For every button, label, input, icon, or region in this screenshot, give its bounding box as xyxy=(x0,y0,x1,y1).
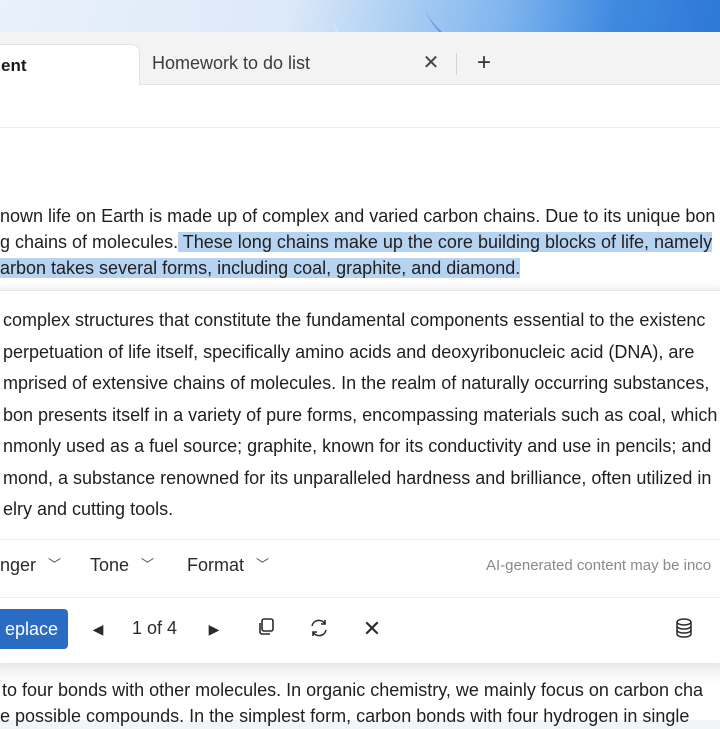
length-dropdown[interactable]: nger ﹀ xyxy=(0,554,61,576)
suggestion-line: bon presents itself in a variety of pure… xyxy=(3,404,718,425)
selected-text[interactable]: These long chains make up the core build… xyxy=(178,232,713,252)
chevron-down-icon: ﹀ xyxy=(141,557,155,572)
regenerate-icon[interactable] xyxy=(307,617,331,641)
document-line: nown life on Earth is made up of complex… xyxy=(0,206,716,226)
tab-label: ent xyxy=(1,56,27,75)
document-line: e possible compounds. In the simplest fo… xyxy=(0,706,690,726)
previous-icon[interactable]: ◀ xyxy=(88,617,108,641)
desktop-wallpaper xyxy=(0,0,720,36)
panel-divider xyxy=(0,539,720,540)
suggestion-line: perpetuation of life itself, specificall… xyxy=(3,341,695,362)
selected-text[interactable]: arbon takes several forms, including coa… xyxy=(0,258,521,278)
tab-separator xyxy=(456,53,457,75)
tab-homework-to-do-list[interactable]: Homework to do list xyxy=(152,53,310,74)
tab-active[interactable]: ent xyxy=(0,44,140,85)
new-tab-icon[interactable]: + xyxy=(472,51,496,75)
tab-strip: ent Homework to do list ✕ + xyxy=(0,32,720,85)
copy-icon[interactable] xyxy=(254,617,278,641)
tone-label: Tone xyxy=(90,555,130,575)
close-tab-icon[interactable]: ✕ xyxy=(420,52,442,74)
length-label: nger xyxy=(0,555,37,575)
suggestion-line: elry and cutting tools. xyxy=(3,499,174,519)
next-icon[interactable]: ▶ xyxy=(204,617,224,641)
suggestion-line: nmonly used as a fuel source; graphite, … xyxy=(3,436,712,456)
rewrite-suggestion: complex structures that constitute the f… xyxy=(3,305,720,526)
document-line: to four bonds with other molecules. In o… xyxy=(2,680,704,700)
menu-bar xyxy=(0,85,720,128)
suggestion-line: mond, a substance renowned for its unpar… xyxy=(3,467,712,488)
format-dropdown[interactable]: Format ﹀ xyxy=(187,554,269,576)
notepad-window: ent Homework to do list ✕ + nown life on… xyxy=(0,32,720,726)
ai-disclaimer: AI-generated content may be inco xyxy=(486,557,712,574)
suggestion-pager: 1 of 4 xyxy=(132,618,178,638)
suggestion-line: complex structures that constitute the f… xyxy=(3,310,706,330)
wallpaper-swirl xyxy=(404,0,720,36)
panel-divider xyxy=(0,597,720,598)
chevron-down-icon: ﹀ xyxy=(48,557,62,572)
suggestion-line: mprised of extensive chains of molecules… xyxy=(3,373,710,393)
document-line: arbon takes several forms, including coa… xyxy=(0,255,521,281)
tone-dropdown[interactable]: Tone ﹀ xyxy=(90,554,154,576)
rewrite-panel: complex structures that constitute the f… xyxy=(0,290,720,663)
document-line: g chains of molecules. These long chains… xyxy=(0,229,713,255)
dismiss-icon[interactable]: ✕ xyxy=(360,617,384,641)
chevron-down-icon: ﹀ xyxy=(256,557,270,572)
document-text: g chains of molecules. xyxy=(0,232,179,252)
format-label: Format xyxy=(187,555,245,575)
credits-icon[interactable] xyxy=(672,617,696,641)
replace-button[interactable]: eplace xyxy=(0,609,68,649)
